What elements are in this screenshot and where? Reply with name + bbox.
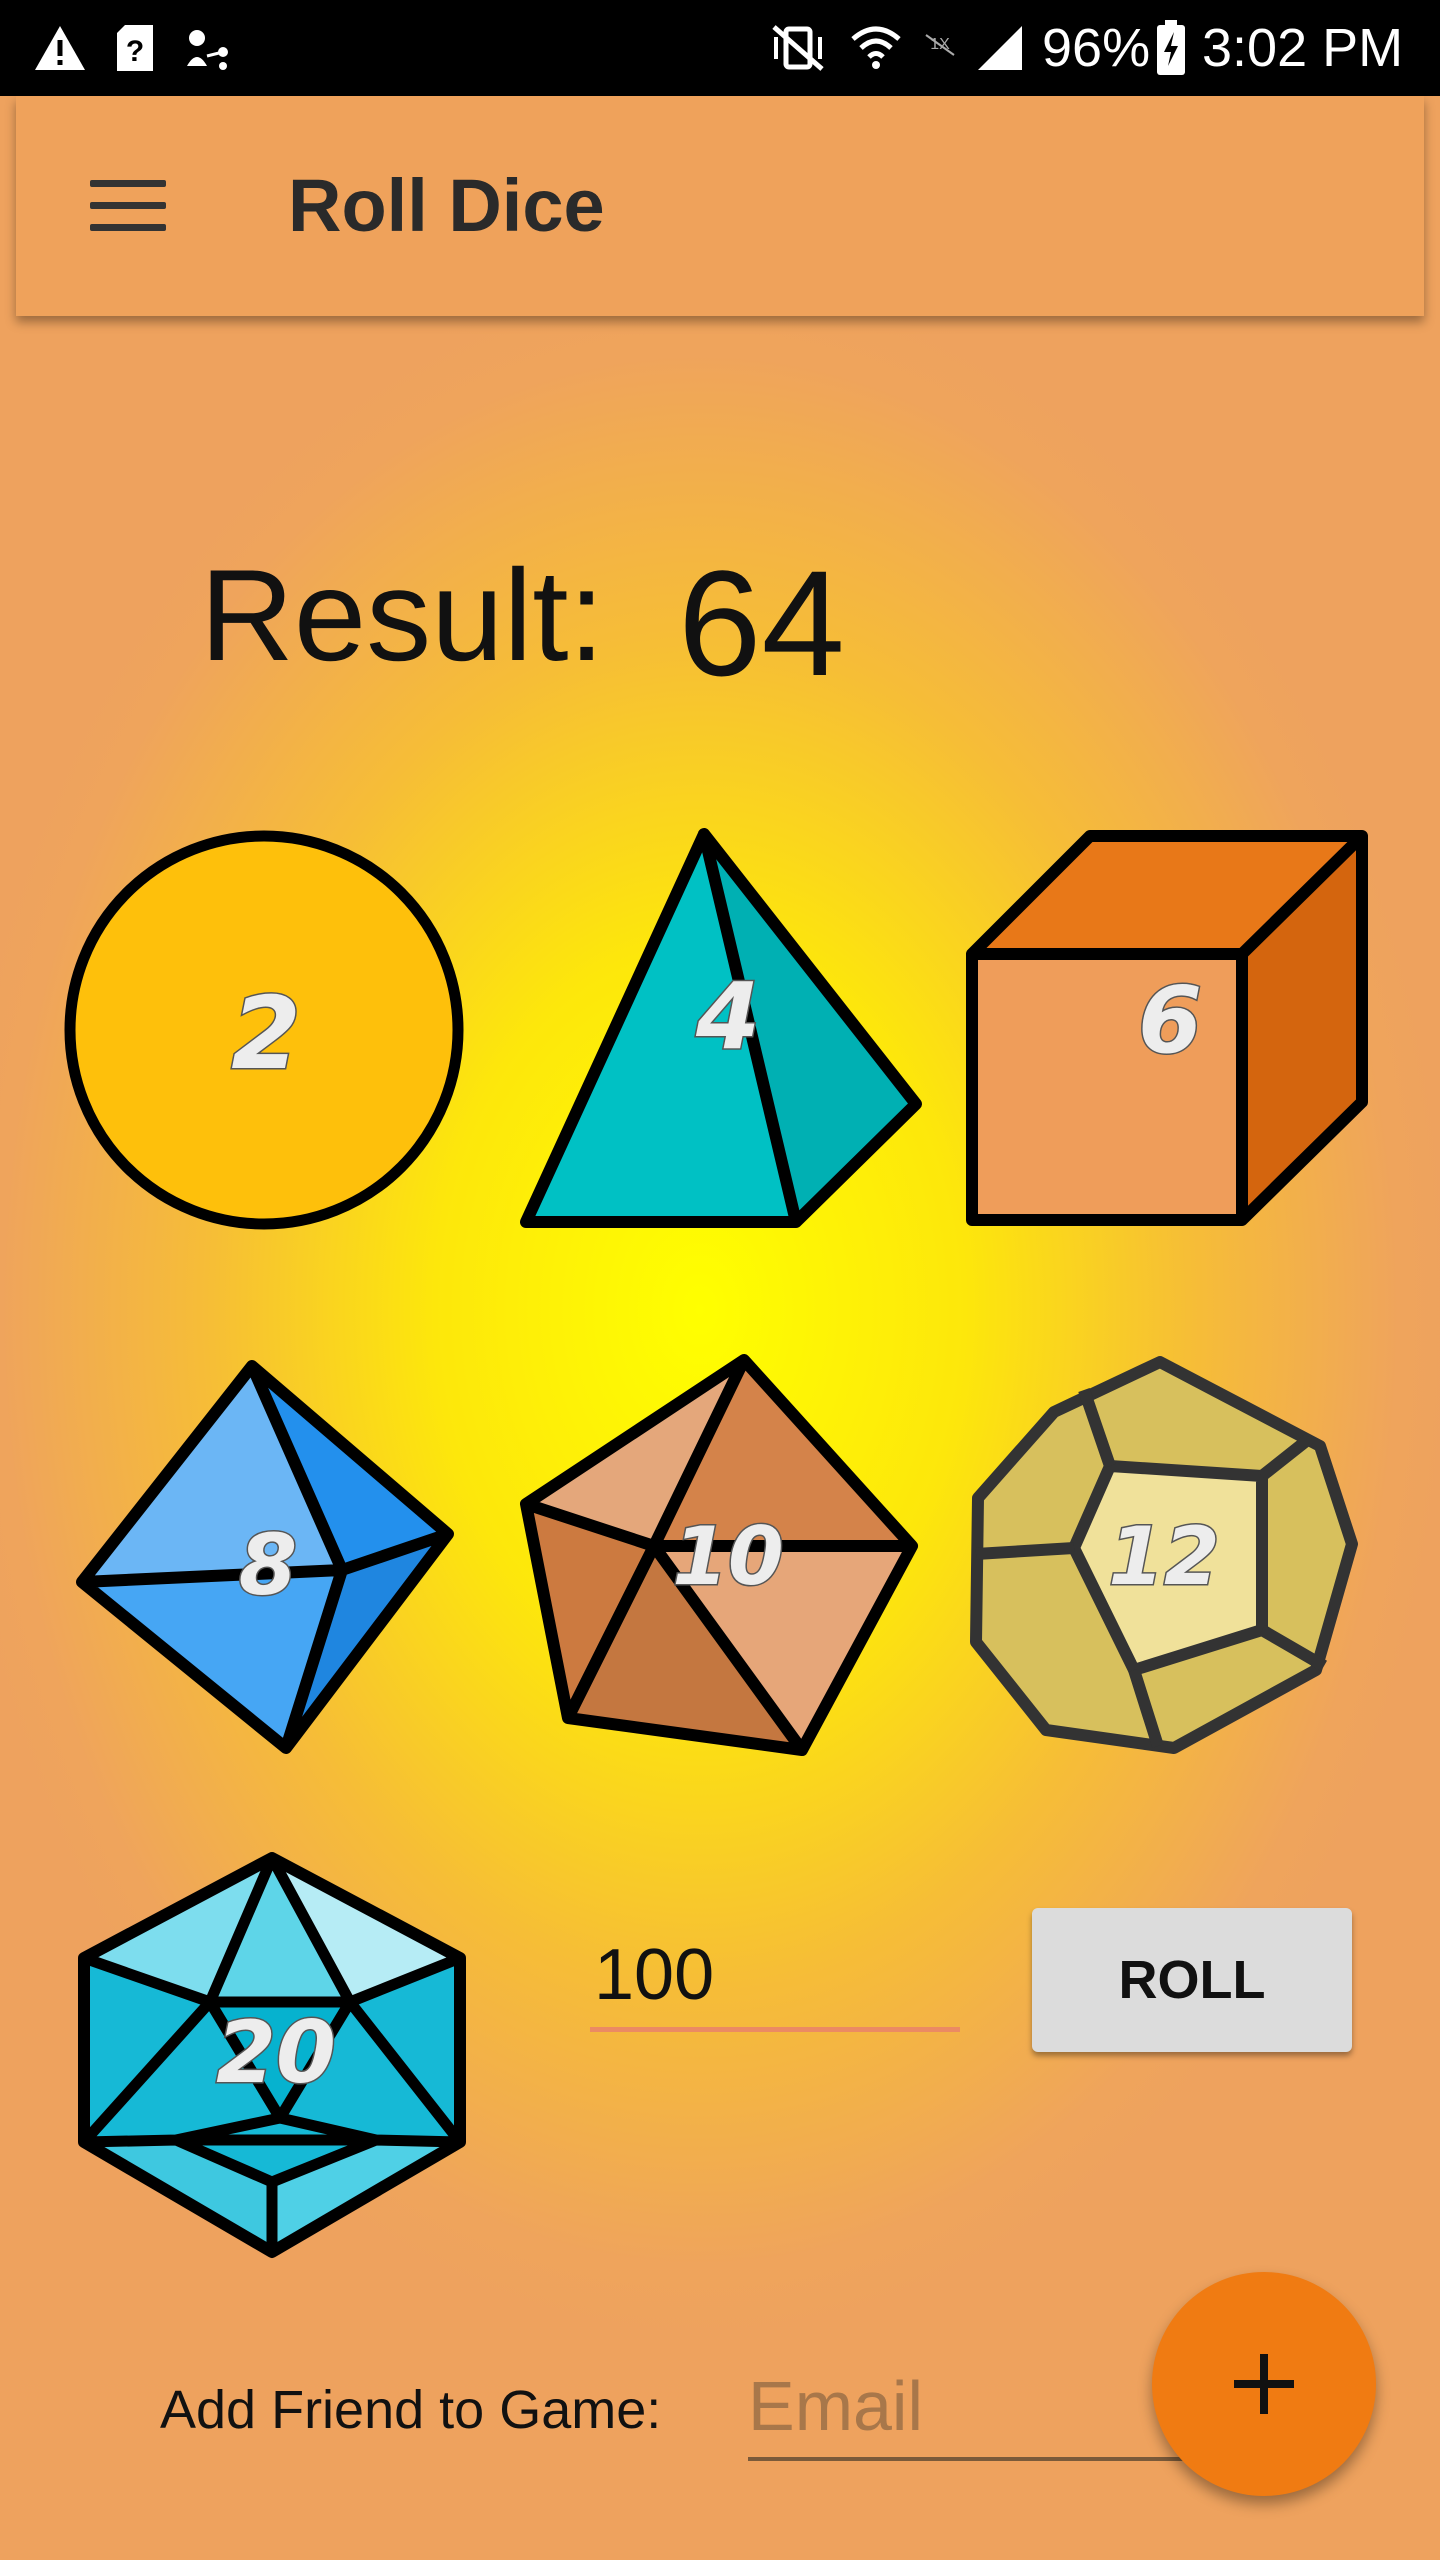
warning-icon bbox=[30, 0, 90, 96]
d6-die-button[interactable]: 6 bbox=[962, 826, 1372, 1228]
d4-label: 4 bbox=[695, 963, 760, 1070]
add-friend-fab[interactable] bbox=[1152, 2272, 1376, 2496]
clock: 3:02 PM bbox=[1202, 18, 1404, 78]
share-icon bbox=[180, 0, 236, 96]
battery-percent: 96% bbox=[1042, 18, 1151, 78]
d12-die-button[interactable]: 12 bbox=[964, 1352, 1364, 1762]
d4-die-button[interactable]: 4 bbox=[516, 826, 922, 1228]
d2-die-button[interactable]: 2 bbox=[62, 828, 466, 1232]
d8-die-button[interactable]: 8 bbox=[72, 1358, 462, 1758]
d2-label: 2 bbox=[231, 975, 301, 1092]
result-value: 64 bbox=[678, 539, 845, 707]
result-label: Result: bbox=[200, 542, 605, 688]
sim-question-icon: ? bbox=[110, 0, 160, 96]
svg-text:?: ? bbox=[126, 35, 144, 68]
d20-die-button[interactable]: 20 bbox=[76, 1850, 476, 2260]
status-bar: ? 1X 96% 3:02 PM bbox=[0, 0, 1440, 96]
page-title: Roll Dice bbox=[288, 164, 605, 247]
cell-signal-icon bbox=[972, 0, 1028, 96]
battery-charging-icon bbox=[1150, 0, 1192, 96]
d10-die-button[interactable]: 10 bbox=[516, 1352, 926, 1762]
d8-label: 8 bbox=[239, 1516, 297, 1614]
roll-button[interactable]: ROLL bbox=[1032, 1908, 1352, 2052]
d20-label: 20 bbox=[216, 2003, 336, 2103]
wifi-icon bbox=[846, 0, 906, 96]
no-signal-icon: 1X bbox=[918, 0, 962, 96]
hamburger-menu-icon[interactable] bbox=[72, 166, 182, 246]
plus-icon bbox=[1234, 2354, 1294, 2414]
vibrate-mute-icon bbox=[768, 0, 828, 96]
d10-label: 10 bbox=[672, 1510, 783, 1603]
add-friend-label: Add Friend to Game: bbox=[160, 2380, 662, 2440]
d6-label: 6 bbox=[1138, 967, 1202, 1074]
app-bar: Roll Dice bbox=[16, 96, 1424, 316]
d12-label: 12 bbox=[1108, 1510, 1219, 1603]
email-field[interactable] bbox=[748, 2355, 1188, 2461]
dice-sides-input[interactable] bbox=[590, 1922, 960, 2032]
